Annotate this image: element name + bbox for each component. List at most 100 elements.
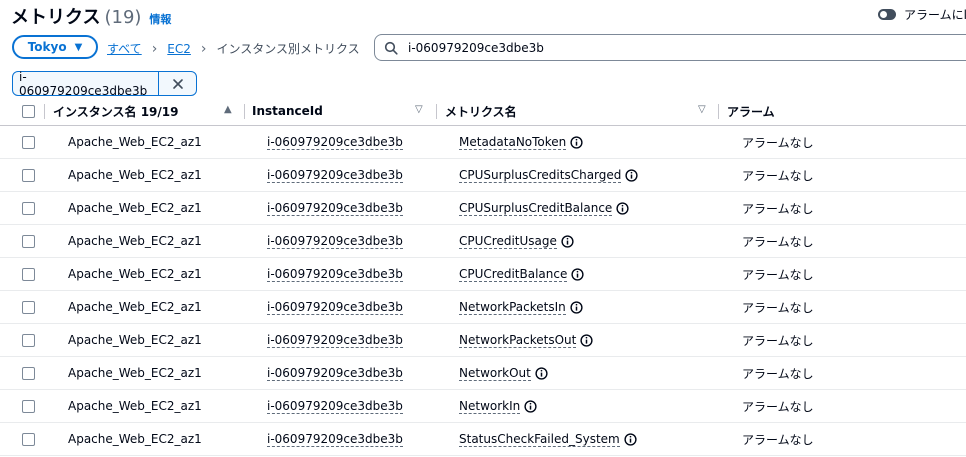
row-checkbox[interactable] [22,399,35,413]
filter-token-body[interactable]: i-060979209ce3dbe3b [13,70,156,98]
instance-id[interactable]: i-060979209ce3dbe3b [267,300,403,315]
table-row[interactable]: Apache_Web_EC2_az1 i-060979209ce3dbe3b Net… [0,291,966,324]
metric-name-cell[interactable]: CPUCreditBalance [459,258,584,290]
column-header-alarm[interactable]: アラーム [727,96,775,126]
sort-icon[interactable]: ▽ [415,104,423,115]
info-icon[interactable] [580,333,593,347]
metric-name-cell[interactable]: CPUSurplusCreditBalance [459,192,629,224]
column-header-instance-name[interactable]: インスタンス名 19/19 [53,96,178,126]
row-checkbox[interactable] [22,135,35,149]
table-row[interactable]: Apache_Web_EC2_az1 i-060979209ce3dbe3b Net… [0,324,966,357]
instance-id[interactable]: i-060979209ce3dbe3b [267,135,403,150]
filter-token[interactable]: i-060979209ce3dbe3b [12,70,197,98]
metric-name-cell[interactable]: MetadataNoToken [459,126,583,158]
search-input[interactable]: i-060979209ce3dbe3b [374,34,966,61]
instance-id-cell[interactable]: i-060979209ce3dbe3b [267,192,403,224]
row-checkbox-cell[interactable] [22,291,35,323]
info-icon[interactable] [571,267,584,281]
region-selector[interactable]: Tokyo ▼ [12,35,98,59]
instance-name-cell: Apache_Web_EC2_az1 [68,159,202,191]
metric-name[interactable]: CPUCreditUsage [459,234,557,249]
instance-id-cell[interactable]: i-060979209ce3dbe3b [267,324,403,356]
row-checkbox[interactable] [22,168,35,182]
row-checkbox[interactable] [22,333,35,347]
metric-name[interactable]: CPUCreditBalance [459,267,568,282]
breadcrumb-ec2[interactable]: EC2 [167,42,191,56]
instance-id[interactable]: i-060979209ce3dbe3b [267,234,403,249]
table-row[interactable]: Apache_Web_EC2_az1 i-060979209ce3dbe3b Sta… [0,423,966,456]
row-checkbox-cell[interactable] [22,225,35,257]
row-checkbox-cell[interactable] [22,159,35,191]
instance-id-cell[interactable]: i-060979209ce3dbe3b [267,357,403,389]
instance-id[interactable]: i-060979209ce3dbe3b [267,366,403,381]
instance-id[interactable]: i-060979209ce3dbe3b [267,201,403,216]
table-row[interactable]: Apache_Web_EC2_az1 i-060979209ce3dbe3b Net… [0,357,966,390]
instance-id-cell[interactable]: i-060979209ce3dbe3b [267,423,403,455]
table-row[interactable]: Apache_Web_EC2_az1 i-060979209ce3dbe3b Net… [0,390,966,423]
info-icon[interactable] [625,168,638,182]
row-checkbox-cell[interactable] [22,423,35,455]
metric-name[interactable]: NetworkPacketsIn [459,300,566,315]
table-row[interactable]: Apache_Web_EC2_az1 i-060979209ce3dbe3b CPU… [0,258,966,291]
instance-id[interactable]: i-060979209ce3dbe3b [267,333,403,348]
row-checkbox-cell[interactable] [22,258,35,290]
toggle-switch[interactable] [878,9,896,20]
metric-name[interactable]: MetadataNoToken [459,135,567,150]
info-icon[interactable] [616,201,629,215]
row-checkbox[interactable] [22,432,35,446]
row-checkbox[interactable] [22,300,35,314]
info-icon[interactable] [561,234,574,248]
table-row[interactable]: Apache_Web_EC2_az1 i-060979209ce3dbe3b CPU… [0,225,966,258]
metric-name-cell[interactable]: NetworkPacketsIn [459,291,583,323]
metric-name[interactable]: NetworkPacketsOut [459,333,577,348]
sort-icon[interactable]: ▽ [698,104,706,115]
instance-id-cell[interactable]: i-060979209ce3dbe3b [267,291,403,323]
metric-name-cell[interactable]: StatusCheckFailed_System [459,423,637,455]
info-icon[interactable] [570,300,583,314]
row-checkbox-cell[interactable] [22,324,35,356]
row-checkbox[interactable] [22,234,35,248]
column-header-instance-id[interactable]: InstanceId [252,96,323,126]
instance-id[interactable]: i-060979209ce3dbe3b [267,432,403,447]
table-row[interactable]: Apache_Web_EC2_az1 i-060979209ce3dbe3b CPU… [0,192,966,225]
metric-name[interactable]: NetworkOut [459,366,531,381]
row-checkbox-cell[interactable] [22,390,35,422]
info-icon[interactable] [570,135,583,149]
metric-name-cell[interactable]: NetworkOut [459,357,548,389]
metric-name[interactable]: StatusCheckFailed_System [459,432,620,447]
sort-ascending-icon[interactable]: ▲ [224,104,232,115]
metric-name-cell[interactable]: CPUCreditUsage [459,225,574,257]
table-row[interactable]: Apache_Web_EC2_az1 i-060979209ce3dbe3b Met… [0,126,966,159]
info-link[interactable]: 情報 [149,11,171,27]
info-icon[interactable] [624,432,637,446]
instance-id-cell[interactable]: i-060979209ce3dbe3b [267,225,403,257]
row-checkbox[interactable] [22,201,35,215]
info-icon[interactable] [535,366,548,380]
row-checkbox[interactable] [22,366,35,380]
instance-id-cell[interactable]: i-060979209ce3dbe3b [267,159,403,191]
metric-name-cell[interactable]: NetworkIn [459,390,537,422]
select-all-checkbox-cell[interactable] [22,96,35,126]
instance-id[interactable]: i-060979209ce3dbe3b [267,399,403,414]
instance-id[interactable]: i-060979209ce3dbe3b [267,267,403,282]
metric-name[interactable]: CPUSurplusCreditBalance [459,201,613,216]
instance-id-cell[interactable]: i-060979209ce3dbe3b [267,258,403,290]
row-checkbox-cell[interactable] [22,357,35,389]
table-row[interactable]: Apache_Web_EC2_az1 i-060979209ce3dbe3b CPU… [0,159,966,192]
metric-name[interactable]: CPUSurplusCreditsCharged [459,168,622,183]
instance-id-cell[interactable]: i-060979209ce3dbe3b [267,126,403,158]
row-checkbox-cell[interactable] [22,126,35,158]
instance-id-cell[interactable]: i-060979209ce3dbe3b [267,390,403,422]
remove-filter-button[interactable] [159,78,196,90]
select-all-checkbox[interactable] [22,104,35,118]
metric-name-cell[interactable]: NetworkPacketsOut [459,324,593,356]
metric-name[interactable]: NetworkIn [459,399,521,414]
metric-name-cell[interactable]: CPUSurplusCreditsCharged [459,159,638,191]
alarm-toggle[interactable]: アラームにl [878,6,966,23]
breadcrumb-all[interactable]: すべて [107,40,142,57]
info-icon[interactable] [524,399,537,413]
column-header-metric-name[interactable]: メトリクス名 [445,96,517,126]
instance-id[interactable]: i-060979209ce3dbe3b [267,168,403,183]
row-checkbox-cell[interactable] [22,192,35,224]
row-checkbox[interactable] [22,267,35,281]
